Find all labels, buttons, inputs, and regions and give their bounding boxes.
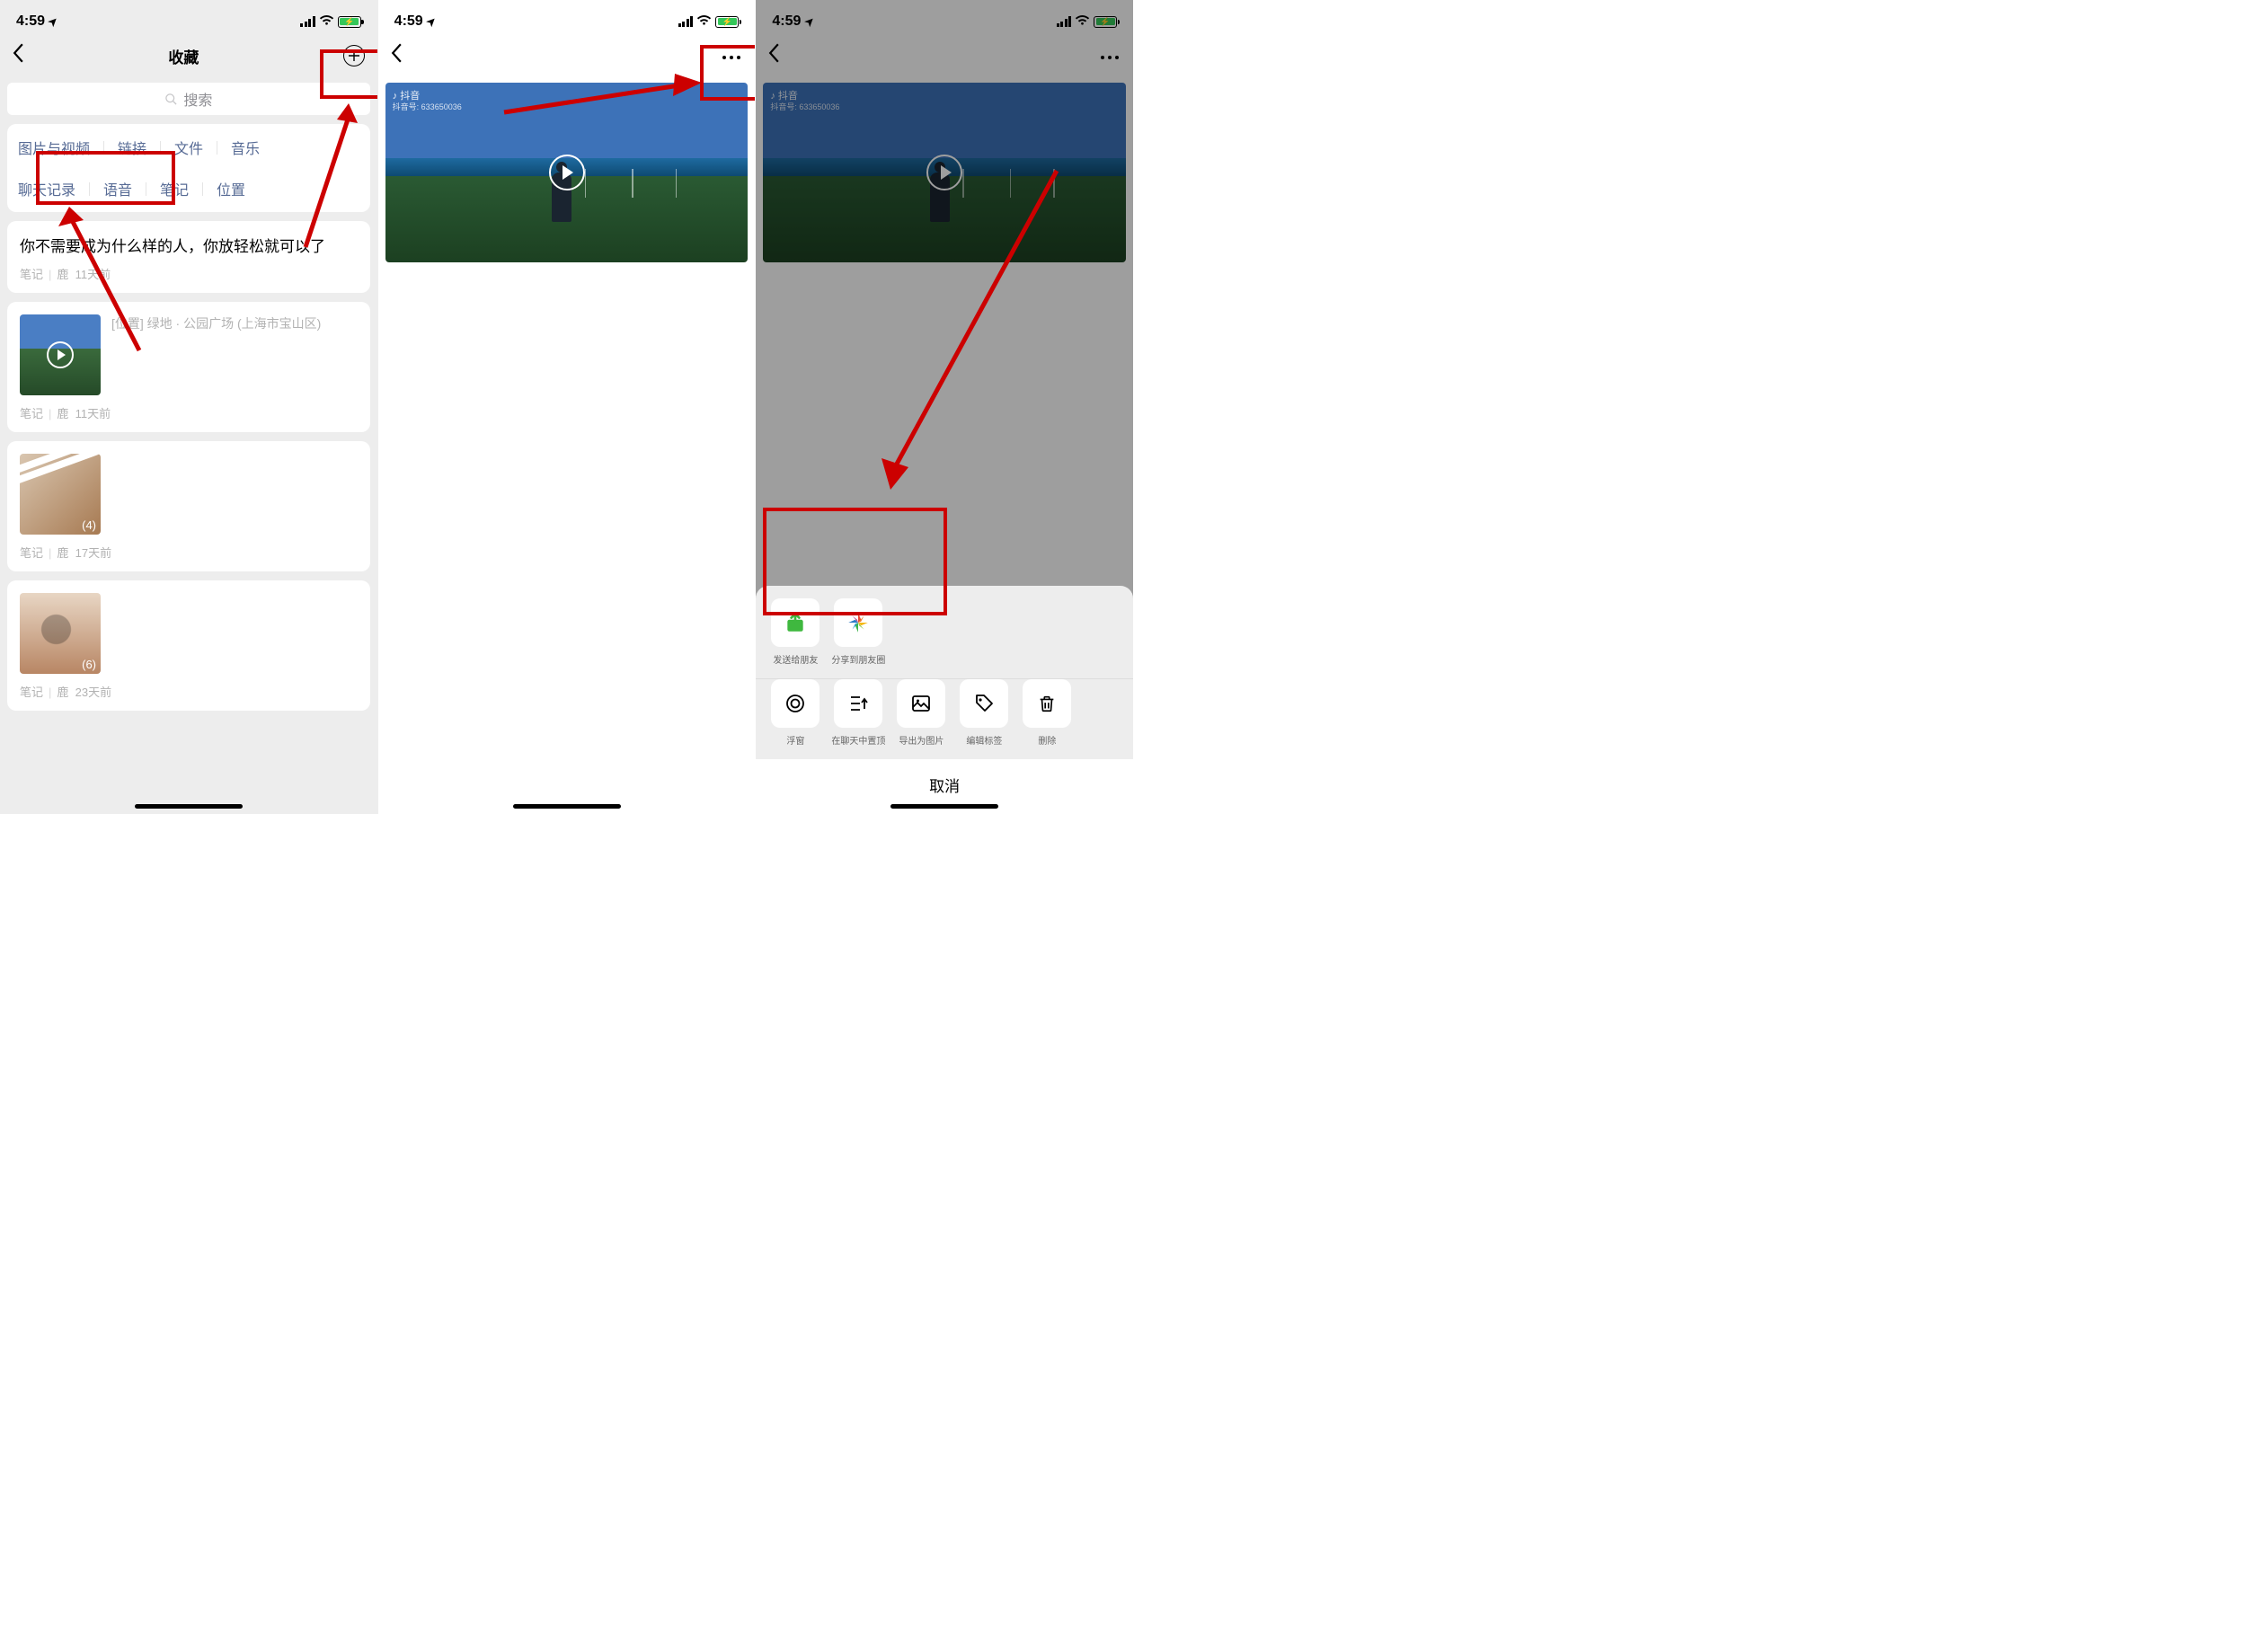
nav-bar	[378, 36, 756, 79]
filter-card: 图片与视频 链接 文件 音乐 聊天记录 语音 笔记 位置	[7, 124, 370, 212]
add-button[interactable]	[343, 45, 365, 66]
favorite-item[interactable]: 你不需要成为什么样的人，你放轻松就可以了 笔记|鹿 11天前	[7, 221, 370, 293]
battery-icon: ⚡	[715, 16, 739, 28]
favorite-title: 你不需要成为什么样的人，你放轻松就可以了	[20, 234, 358, 256]
filter-music[interactable]: 音乐	[231, 137, 260, 158]
wifi-icon	[319, 14, 334, 29]
page-title: 收藏	[168, 45, 199, 67]
favorite-location: [位置] 绿地 · 公园广场 (上海市宝山区)	[111, 314, 321, 395]
action-export-image[interactable]: 导出为图片	[894, 679, 948, 747]
screen-favorite-detail: 4:59 ➤ ⚡ ♪ 抖音 抖音号: 633650036	[378, 0, 757, 814]
nav-bar: 收藏	[0, 36, 377, 79]
share-to-friend[interactable]: 发送给朋友	[768, 598, 822, 666]
wifi-icon	[696, 14, 712, 29]
screen-favorites: 4:59 ➤ ⚡ 收藏 搜索	[0, 0, 378, 814]
pin-top-icon	[847, 693, 869, 714]
play-icon	[47, 341, 74, 368]
action-pin-chat[interactable]: 在聊天中置顶	[831, 679, 885, 747]
home-indicator[interactable]	[513, 804, 621, 809]
video-thumbnail[interactable]	[20, 314, 101, 395]
favorite-item[interactable]: [位置] 绿地 · 公园广场 (上海市宝山区) 笔记|鹿 11天前	[7, 302, 370, 432]
screen-share-sheet: 4:59 ➤ ⚡ ♪ 抖音 抖音号: 633650036	[756, 0, 1134, 814]
search-placeholder: 搜索	[183, 88, 212, 110]
filter-images-video[interactable]: 图片与视频	[18, 137, 90, 158]
share-to-moments[interactable]: 分享到朋友圈	[831, 598, 885, 666]
action-edit-tag[interactable]: 编辑标签	[957, 679, 1011, 747]
home-indicator[interactable]	[890, 804, 998, 809]
float-window-icon	[784, 693, 806, 714]
signal-icon	[300, 16, 315, 27]
video-player[interactable]: ♪ 抖音 抖音号: 633650036	[385, 83, 749, 262]
image-icon	[910, 693, 932, 714]
play-icon	[549, 155, 585, 190]
action-float[interactable]: 浮窗	[768, 679, 822, 747]
filter-notes[interactable]: 笔记	[160, 178, 189, 199]
signal-icon	[678, 16, 694, 27]
favorite-item[interactable]: (6) 笔记|鹿 23天前	[7, 580, 370, 711]
filter-voice[interactable]: 语音	[103, 178, 132, 199]
status-time: 4:59	[16, 13, 45, 29]
moments-icon	[846, 611, 870, 634]
trash-icon	[1037, 693, 1057, 714]
favorite-item[interactable]: (4) 笔记|鹿 17天前	[7, 441, 370, 571]
status-bar: 4:59 ➤ ⚡	[378, 0, 756, 36]
back-button[interactable]	[391, 43, 403, 68]
filter-files[interactable]: 文件	[174, 137, 203, 158]
tag-icon	[973, 693, 995, 714]
image-thumbnail[interactable]: (6)	[20, 593, 101, 674]
image-thumbnail[interactable]: (4)	[20, 454, 101, 535]
watermark-id: 抖音号: 633650036	[393, 101, 462, 112]
status-time: 4:59	[394, 13, 423, 29]
filter-location[interactable]: 位置	[217, 178, 245, 199]
back-button[interactable]	[13, 43, 24, 68]
search-input[interactable]: 搜索	[7, 83, 370, 115]
filter-links[interactable]: 链接	[118, 137, 146, 158]
status-bar: 4:59 ➤ ⚡	[0, 0, 377, 36]
more-button[interactable]	[721, 48, 742, 64]
action-delete[interactable]: 删除	[1020, 679, 1074, 747]
filter-chatlog[interactable]: 聊天记录	[18, 178, 75, 199]
battery-icon: ⚡	[338, 16, 361, 28]
home-indicator[interactable]	[135, 804, 243, 809]
send-icon	[784, 611, 807, 634]
action-sheet: 发送给朋友 分享到朋友圈 浮窗	[756, 586, 1133, 814]
